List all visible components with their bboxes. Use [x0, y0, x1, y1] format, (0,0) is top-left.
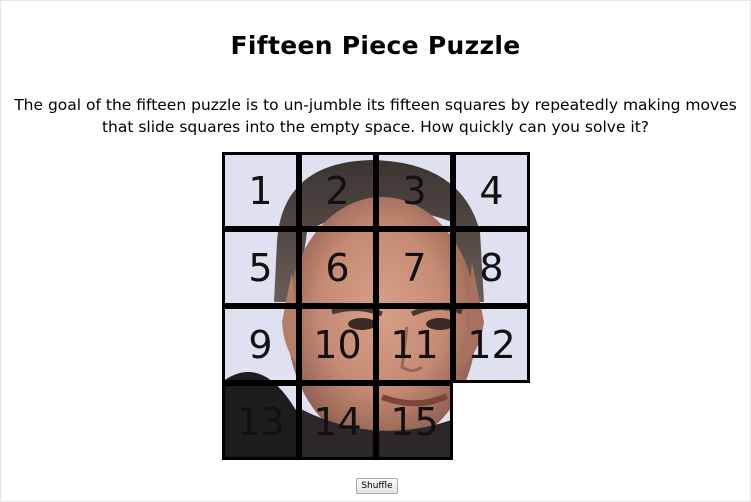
puzzle-tile-13[interactable]: 13 — [222, 383, 299, 460]
puzzle-tile-5[interactable]: 5 — [222, 229, 299, 306]
tile-number: 5 — [248, 245, 273, 290]
empty-space — [453, 383, 530, 460]
puzzle-tile-4[interactable]: 4 — [453, 152, 530, 229]
puzzle-tile-6[interactable]: 6 — [299, 229, 376, 306]
page-title: Fifteen Piece Puzzle — [230, 31, 521, 60]
tile-number: 2 — [325, 168, 350, 213]
puzzle-tile-10[interactable]: 10 — [299, 306, 376, 383]
puzzle-tile-11[interactable]: 11 — [376, 306, 453, 383]
tile-number: 4 — [479, 168, 504, 213]
tile-number: 8 — [479, 245, 504, 290]
tile-number: 11 — [390, 322, 439, 367]
puzzle-tile-14[interactable]: 14 — [299, 383, 376, 460]
tile-number: 9 — [248, 322, 273, 367]
tile-number: 6 — [325, 245, 350, 290]
puzzle-board: 1 2 3 4 5 6 7 8 9 10 11 12 13 14 15 — [222, 152, 530, 460]
puzzle-tile-2[interactable]: 2 — [299, 152, 376, 229]
tile-number: 1 — [248, 168, 273, 213]
tile-number: 10 — [313, 322, 362, 367]
tile-number: 3 — [402, 168, 427, 213]
shuffle-button[interactable]: Shuffle — [356, 478, 398, 494]
puzzle-tile-1[interactable]: 1 — [222, 152, 299, 229]
puzzle-tile-3[interactable]: 3 — [376, 152, 453, 229]
tile-number: 7 — [402, 245, 427, 290]
puzzle-tile-12[interactable]: 12 — [453, 306, 530, 383]
tile-number: 14 — [313, 399, 362, 444]
puzzle-tile-8[interactable]: 8 — [453, 229, 530, 306]
tile-number: 15 — [390, 399, 439, 444]
intro-line-1: The goal of the fifteen puzzle is to un-… — [14, 96, 737, 114]
tile-number: 12 — [467, 322, 516, 367]
intro-line-2: that slide squares into the empty space.… — [101, 118, 650, 136]
puzzle-tile-9[interactable]: 9 — [222, 306, 299, 383]
puzzle-tile-15[interactable]: 15 — [376, 383, 453, 460]
puzzle-tile-7[interactable]: 7 — [376, 229, 453, 306]
tile-number: 13 — [236, 399, 285, 444]
intro-text: The goal of the fifteen puzzle is to un-… — [1, 94, 750, 138]
